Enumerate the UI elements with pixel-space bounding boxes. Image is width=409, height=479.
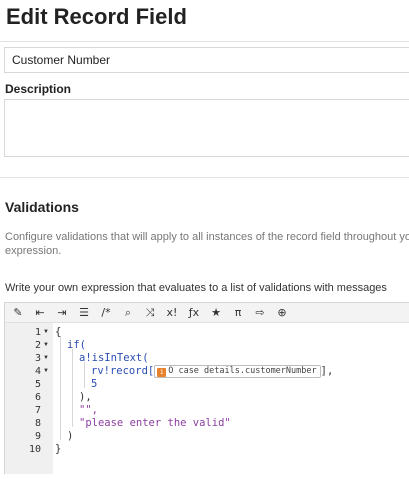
divider: [0, 177, 409, 178]
list-icon[interactable]: ☰: [77, 305, 91, 320]
line-number: 9: [34, 431, 41, 442]
record-field-chip[interactable]: 1O case details.customerNumber: [154, 365, 321, 378]
code-token: ],: [320, 365, 334, 377]
shuffle-icon[interactable]: ⤨: [143, 305, 157, 320]
indent-guide: [72, 349, 73, 427]
validations-description-continued: expression.: [5, 245, 62, 257]
code-line: 5: [91, 378, 98, 390]
star-icon[interactable]: ★: [209, 305, 223, 320]
function-icon[interactable]: ƒx: [187, 305, 201, 320]
code-line: ): [67, 430, 74, 442]
fold-arrow-icon[interactable]: ▼: [43, 352, 49, 365]
code-line: ),: [79, 391, 92, 403]
editor-toolbar: ✎ ⇤ ⇥ ☰ /* ⌕ ⤨ x! ƒx ★ π ⇨ ⊕: [5, 303, 409, 323]
fold-arrow-icon[interactable]: ▼: [43, 365, 49, 378]
magic-wand-icon[interactable]: ✎: [11, 305, 25, 320]
description-textarea[interactable]: [4, 99, 409, 157]
line-number-gutter: 1 ▼ 2 ▼ 3 ▼ 4 ▼ 5 6 7 8 9 10: [5, 323, 53, 474]
line-number: 3: [34, 353, 41, 364]
fold-arrow-icon[interactable]: ▼: [43, 326, 49, 339]
comment-icon[interactable]: /*: [99, 305, 113, 320]
code-line: rv!record[1 O case details.customerNumber…: [91, 365, 333, 378]
line-number: 8: [34, 418, 41, 429]
code-line: "please enter the valid": [79, 417, 231, 429]
line-number: 10: [28, 444, 41, 455]
globe-icon[interactable]: ⊕: [275, 305, 289, 320]
code-area[interactable]: { if( a!isInText( rv!record[1 O case deta…: [53, 323, 409, 474]
line-number: 7: [34, 405, 41, 416]
chip-label: O case details.customerNumber: [168, 366, 317, 376]
export-icon[interactable]: ⇨: [253, 305, 267, 320]
expression-label: Write your own expression that evaluates…: [5, 282, 387, 294]
page-title: Edit Record Field: [6, 4, 187, 29]
pi-icon[interactable]: π: [231, 305, 245, 320]
description-label: Description: [5, 82, 72, 96]
code-line: "",: [79, 404, 98, 416]
code-line: {: [55, 326, 62, 338]
line-number: 4: [34, 366, 41, 377]
divider: [0, 41, 409, 42]
validations-description: Configure validations that will apply to…: [5, 231, 409, 243]
validations-heading: Validations: [5, 199, 79, 215]
record-icon: 1: [157, 368, 167, 377]
line-number: 6: [34, 392, 41, 403]
indent-guide: [84, 362, 85, 388]
fold-arrow-icon[interactable]: ▼: [43, 339, 49, 352]
expression-editor[interactable]: ✎ ⇤ ⇥ ☰ /* ⌕ ⤨ x! ƒx ★ π ⇨ ⊕ 1 ▼ 2 ▼ 3 ▼…: [4, 302, 409, 474]
code-line: if(: [67, 339, 86, 351]
indent-guide: [60, 336, 61, 440]
indent-icon[interactable]: ⇥: [55, 305, 69, 320]
code-line: }: [55, 443, 62, 455]
exclamation-icon[interactable]: x!: [165, 305, 179, 320]
line-number: 2: [34, 340, 41, 351]
line-number: 1: [34, 327, 41, 338]
line-number: 5: [34, 379, 41, 390]
code-token: rv!record[: [91, 365, 155, 377]
outdent-icon[interactable]: ⇤: [33, 305, 47, 320]
search-icon[interactable]: ⌕: [121, 305, 135, 320]
field-name-input[interactable]: Customer Number: [4, 47, 409, 73]
code-line: a!isInText(: [79, 352, 149, 364]
